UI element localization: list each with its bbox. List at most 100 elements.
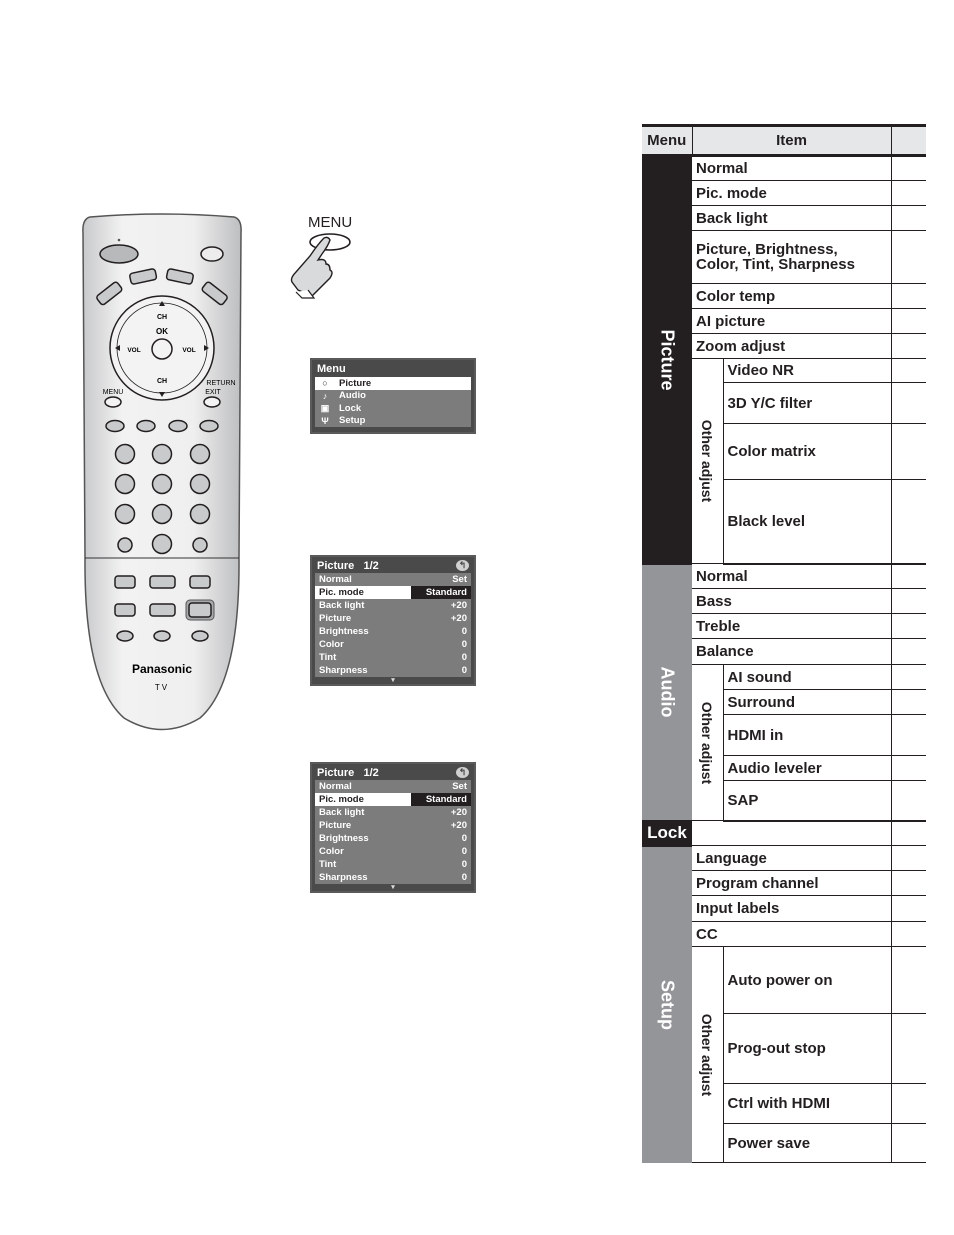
osd-menu-item-label: Picture (339, 377, 372, 389)
osd-row-label: Picture (319, 613, 352, 624)
osd-menu-item-setup[interactable]: Ψ Setup (315, 415, 471, 428)
osd-row-value: +20 (450, 613, 467, 624)
osd-menu-item-label: Setup (339, 415, 366, 427)
model-label: TV (155, 683, 169, 692)
ch-up-label: CH (157, 314, 167, 321)
table-row: Ctrl with HDMI (723, 1083, 892, 1124)
osd-menu-item-audio[interactable]: ♪ Audio (315, 390, 471, 403)
table-row: AI picture (692, 308, 892, 334)
group-other-adjust: Other adjust (692, 664, 724, 821)
osd-picture-row[interactable]: Picture +20 (315, 819, 471, 832)
menu-label: MENU (103, 389, 124, 396)
group-other-adjust: Other adjust (692, 358, 724, 564)
osd-picture-row[interactable]: Normal Set (315, 780, 471, 793)
vol-right-label: VOL (182, 347, 195, 354)
table-row: Video NR (723, 358, 892, 383)
table-row: Input labels (692, 895, 892, 922)
menu-items-table: Menu Item Picture Normal Pic. mode Back l… (642, 124, 926, 1163)
lock-icon: ▣ (320, 402, 330, 413)
osd-row-label: Sharpness (319, 872, 368, 883)
table-row: 3D Y/C filter (723, 382, 892, 424)
osd-picture-row[interactable]: Back light +20 (315, 599, 471, 612)
osd-row-label: Color (319, 846, 344, 857)
return-button (203, 396, 221, 408)
osd-picture-menu-1: Picture 1/2 ↰ Normal Set Pic. mode Standard B… (310, 555, 476, 686)
osd-row-label: Pic. mode (315, 793, 411, 806)
osd-row-label: Normal (319, 781, 352, 792)
picture-icon: ○ (322, 378, 328, 389)
osd-row-value: +20 (450, 600, 467, 611)
osd-menu-item-lock[interactable]: ▣ Lock (315, 402, 471, 415)
return-icon[interactable]: ↰ (456, 560, 469, 571)
osd-row-value: 0 (461, 833, 467, 844)
osd-menu-item-picture[interactable]: ○ Picture (315, 377, 471, 390)
input-button (200, 246, 224, 262)
header-item: Item (692, 124, 892, 157)
vol-left-label: VOL (127, 347, 140, 354)
osd-picture-row[interactable]: Brightness 0 (315, 625, 471, 638)
menu-picture: Picture (642, 155, 692, 565)
header-menu: Menu (642, 124, 693, 157)
ch-down-label: CH (157, 378, 167, 385)
osd-row-label: Brightness (319, 833, 369, 844)
return-label: RETURN (206, 380, 235, 387)
osd-picture-title: Picture 1/2 (317, 767, 379, 779)
table-row-lock (692, 820, 892, 846)
table-row: CC (692, 921, 892, 947)
osd-row-value: +20 (450, 807, 467, 818)
menu-audio: Audio (642, 563, 692, 822)
osd-picture-title: Picture 1/2 (317, 560, 379, 572)
osd-row-label: Sharpness (319, 665, 368, 676)
header-col3 (891, 124, 926, 157)
menu-lock: Lock (642, 820, 692, 847)
osd-picture-row[interactable]: Color 0 (315, 638, 471, 651)
table-row: Zoom adjust (692, 333, 892, 359)
osd-row-label: Back light (319, 600, 365, 611)
menu-button (104, 396, 122, 408)
menu-press-illustration: MENU (288, 212, 368, 302)
osd-picture-row[interactable]: Back light +20 (315, 806, 471, 819)
osd-picture-row[interactable]: Tint 0 (315, 858, 471, 871)
osd-row-label: Picture (319, 820, 352, 831)
table-row: Auto power on (723, 946, 892, 1014)
osd-row-value: 0 (461, 872, 467, 883)
osd-row-label: Normal (319, 574, 352, 585)
osd-row-value: Standard (411, 586, 471, 599)
hand-pressing-icon (290, 233, 351, 299)
osd-picture-row[interactable]: Pic. mode Standard (315, 586, 471, 599)
group-other-adjust: Other adjust (692, 946, 724, 1163)
table-row: AI sound (723, 664, 892, 690)
osd-row-value: 0 (461, 859, 467, 870)
exit-label: EXIT (205, 389, 221, 396)
table-row: SAP (723, 780, 892, 822)
scroll-down-icon[interactable]: ▾ (312, 677, 474, 685)
table-row: Balance (692, 638, 892, 665)
osd-row-label: Tint (319, 652, 337, 663)
return-icon[interactable]: ↰ (456, 767, 469, 778)
osd-row-label: Tint (319, 859, 337, 870)
osd-menu-item-label: Audio (339, 390, 366, 402)
osd-row-value: 0 (461, 626, 467, 637)
osd-picture-row[interactable]: Sharpness 0 (315, 664, 471, 677)
osd-row-value: 0 (461, 665, 467, 676)
osd-row-value: 0 (461, 652, 467, 663)
table-row: Pic. mode (692, 180, 892, 206)
osd-picture-row[interactable]: Normal Set (315, 573, 471, 586)
music-note-icon: ♪ (322, 390, 328, 401)
osd-picture-menu-2: Picture 1/2 ↰ Normal Set Pic. mode Standard B… (310, 762, 476, 893)
table-row: Language (692, 845, 892, 871)
scroll-down-icon[interactable]: ▾ (312, 884, 474, 892)
osd-picture-row[interactable]: Pic. mode Standard (315, 793, 471, 806)
osd-picture-row[interactable]: Tint 0 (315, 651, 471, 664)
osd-row-value: 0 (461, 639, 467, 650)
osd-picture-row[interactable]: Color 0 (315, 845, 471, 858)
table-row: Program channel (692, 870, 892, 896)
osd-menu-title: Menu (317, 363, 346, 375)
table-row: Normal (692, 563, 892, 589)
table-row: Back light (692, 205, 892, 231)
osd-picture-row[interactable]: Picture +20 (315, 612, 471, 625)
remote-control-illustration: CH OK VOL VOL CH MENU RETURN EXIT Panaso… (82, 213, 242, 731)
osd-picture-row[interactable]: Sharpness 0 (315, 871, 471, 884)
osd-picture-row[interactable]: Brightness 0 (315, 832, 471, 845)
table-row: Color matrix (723, 423, 892, 480)
